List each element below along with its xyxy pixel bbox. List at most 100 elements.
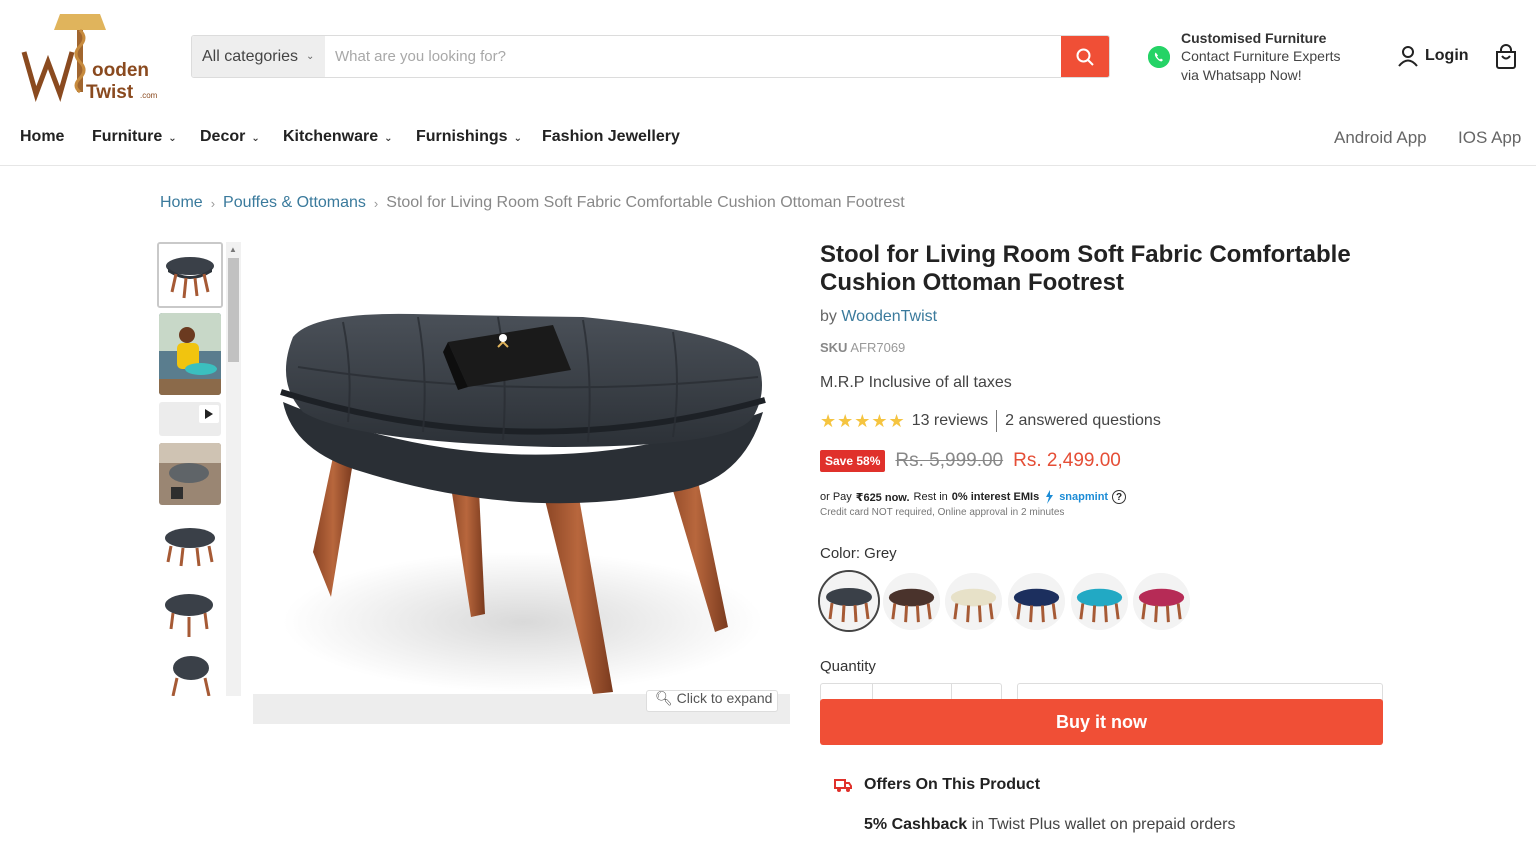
click-to-expand-button[interactable]: 🔍︎ Click to expand (646, 690, 778, 712)
swatch-teal[interactable] (1071, 573, 1128, 630)
quantity-label: Quantity (820, 658, 876, 675)
nav-item-home[interactable]: Home (20, 128, 64, 146)
thumbnail-5[interactable] (159, 512, 221, 574)
swatch-grey[interactable] (818, 570, 880, 632)
main-nav: Home Furniture ⌄ Decor ⌄ Kitchenware ⌄ Furn… (0, 112, 1536, 166)
color-label: Color: Grey (820, 545, 897, 562)
nav-item-decor[interactable]: Decor ⌄ (200, 128, 260, 146)
thumbnail-2[interactable] (159, 313, 221, 395)
rating-row: ★★★★★ 13 reviews 2 answered questions (820, 410, 1161, 432)
whatsapp-line1: Contact Furniture Experts (1181, 48, 1341, 64)
search-icon (1076, 48, 1094, 66)
nav-item-label: Decor (200, 128, 246, 145)
vendor-line: by WoodenTwist (820, 308, 937, 326)
login-label: Login (1425, 47, 1469, 64)
main-product-image[interactable] (253, 242, 790, 724)
star-rating-icon[interactable]: ★★★★★ (820, 411, 906, 432)
vendor-by: by (820, 308, 837, 325)
login-link[interactable]: Login (1397, 45, 1469, 67)
price-row: Save 58% Rs. 5,999.00 Rs. 2,499.00 (820, 450, 1121, 472)
expand-label: Click to expand (676, 690, 773, 706)
breadcrumb-category[interactable]: Pouffes & Ottomans (223, 194, 366, 212)
nav-item-furnishings[interactable]: Furnishings ⌄ (416, 128, 522, 146)
offer-truck-icon (834, 779, 852, 792)
product-title: Stool for Living Room Soft Fabric Comfor… (820, 241, 1351, 296)
help-icon[interactable]: ? (1112, 490, 1127, 504)
wooden-twist-logo[interactable]: ooden Twist .com (20, 10, 170, 103)
whatsapp-line2: via Whatsapp Now! (1181, 67, 1302, 83)
questions-link[interactable]: 2 answered questions (1005, 412, 1161, 430)
vendor-link[interactable]: WoodenTwist (841, 308, 937, 325)
thumbnail-4[interactable] (159, 443, 221, 505)
user-icon (1398, 46, 1418, 67)
whatsapp-icon (1148, 46, 1170, 68)
cashback-offer: 5% Cashback in Twist Plus wallet on prep… (864, 816, 1235, 834)
swatch-navy[interactable] (1008, 573, 1065, 630)
thumbnail-1[interactable] (157, 242, 223, 308)
site-header: ooden Twist .com All categories ⌄ Custom… (0, 0, 1536, 112)
chevron-right-icon: › (373, 195, 379, 211)
logo-text-line2: Twist (86, 82, 134, 102)
breadcrumb: Home › Pouffes & Ottomans › Stool for Li… (160, 194, 905, 212)
swatch-brown[interactable] (883, 573, 940, 630)
divider (996, 410, 998, 432)
snapmint-brand: snapmint (1059, 491, 1109, 503)
logo-graphic: ooden Twist .com (21, 14, 158, 103)
whatsapp-contact[interactable]: Customised Furniture Contact Furniture E… (1148, 28, 1368, 88)
search-button[interactable] (1061, 36, 1109, 77)
reviews-link[interactable]: 13 reviews (912, 412, 988, 430)
buy-it-now-button[interactable]: Buy it now (820, 699, 1383, 745)
compare-price: Rs. 5,999.00 (895, 450, 1004, 471)
chevron-down-icon: ⌄ (251, 133, 260, 144)
thumbnail-6[interactable] (159, 581, 221, 643)
mrp-note: M.R.P Inclusive of all taxes (820, 374, 1012, 391)
nav-item-label: Furnishings (416, 128, 508, 145)
swatch-cream[interactable] (945, 573, 1002, 630)
swatch-pink[interactable] (1133, 573, 1190, 630)
snapmint-icon (1046, 490, 1054, 504)
emi-line: or Pay ₹625 now. Rest in 0% interest EMI… (820, 490, 1127, 504)
nav-item-kitchenware[interactable]: Kitchenware ⌄ (283, 128, 393, 146)
sku-label: SKU (820, 340, 848, 355)
nav-item-label: Kitchenware (283, 128, 379, 145)
thumbnail-scrollbar[interactable]: ▲ (226, 242, 241, 696)
zoom-icon: 🔍︎ (655, 690, 673, 706)
android-app-link[interactable]: Android App (1334, 128, 1427, 148)
chevron-right-icon: › (210, 195, 216, 211)
chevron-down-icon: ⌄ (513, 133, 522, 144)
emi-amount: ₹625 now. (855, 491, 910, 504)
scroll-up-icon[interactable]: ▲ (229, 245, 237, 254)
sale-price: Rs. 2,499.00 (1013, 450, 1121, 471)
search-input[interactable] (325, 36, 1061, 77)
shopping-bag-icon (1496, 44, 1516, 69)
cart-button[interactable] (1493, 44, 1519, 70)
nav-item-furniture[interactable]: Furniture ⌄ (92, 128, 177, 146)
category-select[interactable]: All categories ⌄ (192, 36, 325, 77)
cashback-bold: 5% Cashback (864, 816, 968, 833)
save-badge: Save 58% (820, 450, 886, 472)
whatsapp-title: Customised Furniture (1181, 30, 1327, 46)
emi-prefix: or Pay (820, 491, 852, 503)
emi-mid: Rest in (913, 491, 948, 503)
ios-app-link[interactable]: IOS App (1458, 128, 1521, 148)
offers-heading: Offers On This Product (834, 776, 1040, 794)
cashback-text: in Twist Plus wallet on prepaid orders (967, 816, 1236, 833)
emi-subtext: Credit card NOT required, Online approva… (820, 507, 1065, 518)
logo-text-line1: ooden (92, 60, 149, 81)
nav-item-fashion-jewellery[interactable]: Fashion Jewellery (542, 128, 680, 146)
chevron-down-icon: ⌄ (306, 51, 315, 62)
nav-item-label: Fashion Jewellery (542, 128, 680, 145)
breadcrumb-current: Stool for Living Room Soft Fabric Comfor… (386, 194, 905, 211)
thumbnail-7[interactable] (159, 650, 221, 696)
scrollbar-thumb[interactable] (228, 258, 239, 362)
category-select-label: All categories (202, 47, 299, 65)
emi-interest: 0% interest EMIs (951, 491, 1040, 503)
chevron-down-icon: ⌄ (168, 133, 177, 144)
search-bar: All categories ⌄ (191, 35, 1110, 78)
logo-text-suffix: .com (140, 91, 158, 100)
product-sku: SKU AFR7069 (820, 340, 905, 355)
thumbnail-video[interactable] (159, 402, 221, 436)
breadcrumb-home[interactable]: Home (160, 194, 203, 212)
chevron-down-icon: ⌄ (384, 133, 393, 144)
sku-value: AFR7069 (850, 340, 906, 355)
